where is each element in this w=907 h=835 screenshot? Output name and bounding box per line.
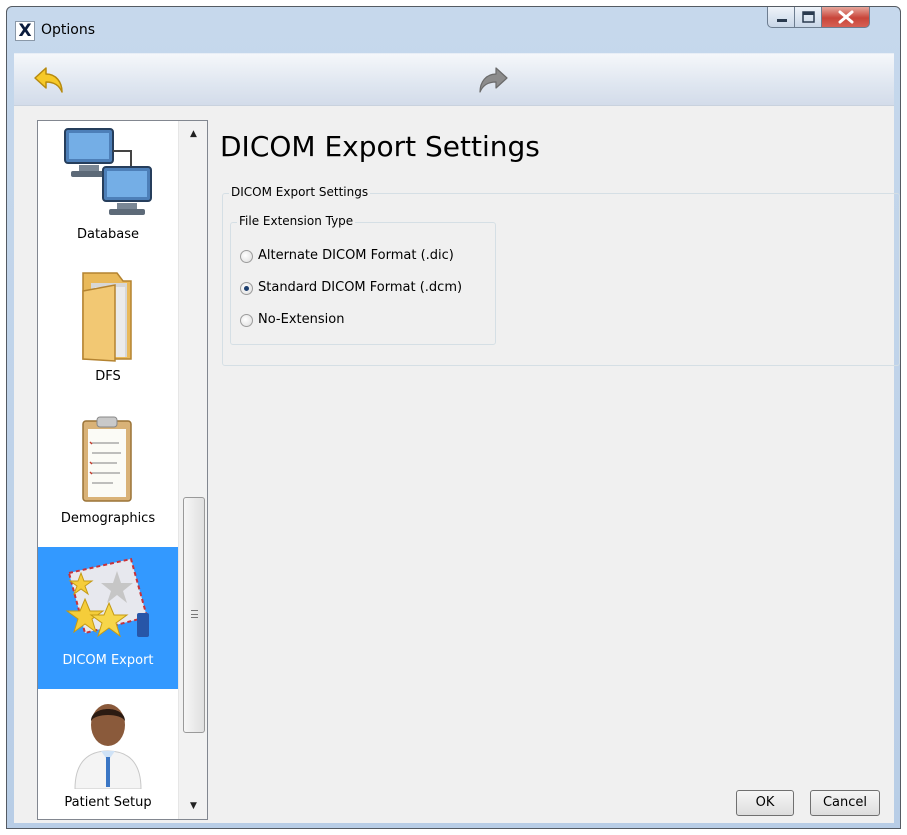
maximize-icon (802, 11, 815, 23)
grip-icon (191, 610, 198, 618)
options-client-area: Database DFS Demographics DICOM Export P… (14, 105, 900, 823)
nav-item-label: Demographics (60, 511, 156, 526)
nav-item-patient-setup[interactable]: Patient Setup (38, 689, 178, 819)
scrollbar-thumb[interactable] (183, 497, 205, 733)
navigation-toolbar (14, 53, 894, 105)
back-arrow-icon (34, 67, 63, 93)
close-button[interactable] (822, 7, 870, 28)
group-label: DICOM Export Settings (229, 185, 371, 199)
options-category-list[interactable]: Database DFS Demographics DICOM Export P… (37, 120, 208, 820)
ok-button[interactable]: OK (736, 790, 794, 816)
close-icon (838, 10, 854, 24)
radio-label: Alternate DICOM Format (.dic) (258, 248, 454, 263)
minimize-button[interactable] (767, 7, 795, 28)
nav-item-label: Database (76, 227, 140, 242)
nav-item-demographics[interactable]: Demographics (38, 405, 178, 547)
clipboard-icon (82, 416, 132, 502)
window-title: Options (41, 22, 96, 38)
nav-item-label: DFS (95, 369, 121, 384)
radio-label: Standard DICOM Format (.dcm) (258, 280, 463, 295)
folder-icon (82, 272, 132, 362)
group-label: File Extension Type (237, 214, 356, 228)
scroll-up-arrow-icon[interactable]: ▲ (179, 123, 207, 145)
maximize-button[interactable] (795, 7, 822, 28)
forward-button[interactable] (476, 64, 510, 98)
page-title: DICOM Export Settings (220, 130, 540, 163)
scroll-down-arrow-icon[interactable]: ▼ (179, 795, 207, 817)
radio-button[interactable] (240, 314, 253, 327)
nav-item-label: DICOM Export (62, 653, 154, 668)
radio-button[interactable] (240, 250, 253, 263)
network-computers-icon (64, 128, 152, 215)
forward-arrow-icon (479, 67, 508, 93)
nav-scrollbar[interactable]: ▲ ▼ (178, 121, 207, 819)
minimize-icon (777, 19, 787, 22)
patient-avatar-icon (74, 704, 142, 789)
radio-label: No-Extension (258, 312, 345, 327)
envelope-stars-icon (65, 557, 149, 638)
back-button[interactable] (32, 64, 66, 98)
options-window: X Options Database DFS Demographics DICO… (6, 6, 901, 829)
nav-item-database[interactable]: Database (38, 121, 178, 263)
cancel-button[interactable]: Cancel (810, 790, 880, 816)
radio-button[interactable] (240, 282, 253, 295)
app-logo-icon: X (15, 21, 35, 41)
title-bar[interactable]: X Options (7, 7, 900, 51)
nav-item-label: Patient Setup (64, 795, 152, 810)
nav-item-dfs[interactable]: DFS (38, 263, 178, 405)
nav-item-dicom-export[interactable]: DICOM Export (38, 547, 178, 689)
